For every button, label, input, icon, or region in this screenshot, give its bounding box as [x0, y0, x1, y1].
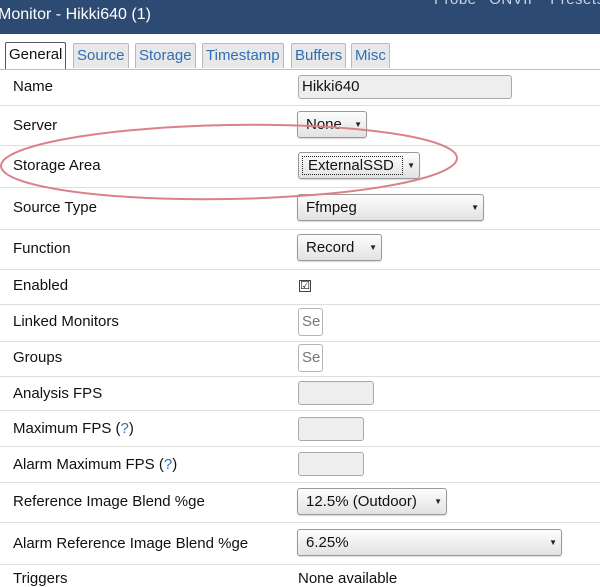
- enabled-checkbox[interactable]: ☑: [299, 280, 311, 292]
- function-select[interactable]: Record ▼: [297, 234, 382, 261]
- function-label: Function: [13, 240, 71, 257]
- row-maximum-fps: Maximum FPS (?): [0, 410, 600, 446]
- name-field[interactable]: Hikki640: [298, 75, 512, 99]
- maximum-fps-field[interactable]: [298, 417, 364, 441]
- window-titlebar: Monitor - Hikki640 (1) Probe ONVIF Prese…: [0, 0, 600, 34]
- row-storage-area: Storage Area ExternalSSD ▼: [0, 145, 600, 187]
- tab-source[interactable]: Source: [73, 43, 129, 68]
- alarm-ref-blend-label: Alarm Reference Image Blend %ge: [13, 535, 249, 552]
- alarm-ref-blend-select[interactable]: 6.25% ▼: [297, 529, 562, 556]
- tab-buffers[interactable]: Buffers: [291, 43, 347, 68]
- help-link[interactable]: ?: [121, 420, 129, 437]
- row-groups: Groups Se: [0, 341, 600, 376]
- alarm-maximum-fps-label: Alarm Maximum FPS (?): [13, 456, 177, 473]
- row-alarm-maximum-fps: Alarm Maximum FPS (?): [0, 446, 600, 482]
- ref-blend-label: Reference Image Blend %ge: [13, 493, 205, 510]
- chevron-down-icon: ▼: [354, 120, 362, 129]
- row-function: Function Record ▼: [0, 229, 600, 269]
- source-type-value: Ffmpeg: [306, 199, 357, 216]
- triggers-value: None available: [298, 570, 398, 587]
- chevron-down-icon: ▼: [471, 203, 479, 212]
- maximum-fps-label-text: Maximum FPS (: [13, 420, 121, 437]
- groups-label: Groups: [13, 349, 63, 366]
- source-type-label: Source Type: [13, 199, 97, 216]
- maximum-fps-label-close: ): [128, 420, 134, 437]
- alarm-maximum-fps-field[interactable]: [298, 452, 364, 476]
- menu-probe[interactable]: Probe: [434, 0, 477, 8]
- storage-area-label: Storage Area: [13, 157, 101, 174]
- server-value: None: [306, 116, 342, 133]
- row-analysis-fps: Analysis FPS: [0, 376, 600, 410]
- storage-area-value: ExternalSSD: [308, 157, 394, 174]
- analysis-fps-label: Analysis FPS: [13, 385, 103, 402]
- triggers-label: Triggers: [13, 570, 68, 587]
- chevron-down-icon: ▼: [549, 538, 557, 547]
- tab-strip: General Source Storage Timestamp Buffers…: [0, 34, 600, 70]
- server-select[interactable]: None ▼: [297, 111, 367, 138]
- source-type-select[interactable]: Ffmpeg ▼: [297, 194, 484, 221]
- tab-misc[interactable]: Misc: [351, 43, 390, 68]
- tab-timestamp[interactable]: Timestamp: [202, 43, 284, 68]
- linked-monitors-select[interactable]: Se: [298, 308, 323, 336]
- tab-general[interactable]: General: [5, 42, 67, 69]
- function-value: Record: [306, 239, 355, 256]
- server-label: Server: [13, 117, 58, 134]
- alarm-ref-blend-value: 6.25%: [306, 534, 349, 551]
- row-server: Server None ▼: [0, 105, 600, 145]
- row-ref-blend: Reference Image Blend %ge 12.5% (Outdoor…: [0, 482, 600, 522]
- top-menu: Probe ONVIF Presets: [434, 0, 600, 8]
- row-alarm-ref-blend: Alarm Reference Image Blend %ge 6.25% ▼: [0, 522, 600, 564]
- tab-storage[interactable]: Storage: [135, 43, 196, 68]
- menu-presets[interactable]: Presets: [550, 0, 600, 8]
- linked-monitors-label: Linked Monitors: [13, 313, 119, 330]
- name-label: Name: [13, 78, 54, 95]
- row-linked-monitors: Linked Monitors Se: [0, 304, 600, 341]
- chevron-down-icon: ▼: [407, 161, 415, 170]
- row-enabled: Enabled ☑: [0, 269, 600, 304]
- enabled-label: Enabled: [13, 277, 69, 294]
- row-triggers: Triggers None available: [0, 564, 600, 587]
- chevron-down-icon: ▼: [434, 497, 442, 506]
- menu-onvif[interactable]: ONVIF: [489, 0, 537, 8]
- maximum-fps-label: Maximum FPS (?): [13, 420, 134, 437]
- analysis-fps-field[interactable]: [298, 381, 374, 405]
- ref-blend-value: 12.5% (Outdoor): [306, 493, 417, 510]
- help-link[interactable]: ?: [164, 456, 172, 473]
- row-name: Name Hikki640: [0, 70, 600, 105]
- alarm-maximum-fps-label-close: ): [172, 456, 178, 473]
- groups-select[interactable]: Se: [298, 344, 323, 372]
- chevron-down-icon: ▼: [369, 243, 377, 252]
- storage-area-select[interactable]: ExternalSSD ▼: [298, 152, 420, 179]
- ref-blend-select[interactable]: 12.5% (Outdoor) ▼: [297, 488, 447, 515]
- alarm-maximum-fps-label-text: Alarm Maximum FPS (: [13, 456, 164, 473]
- row-source-type: Source Type Ffmpeg ▼: [0, 187, 600, 229]
- window-title: Monitor - Hikki640 (1): [0, 6, 151, 23]
